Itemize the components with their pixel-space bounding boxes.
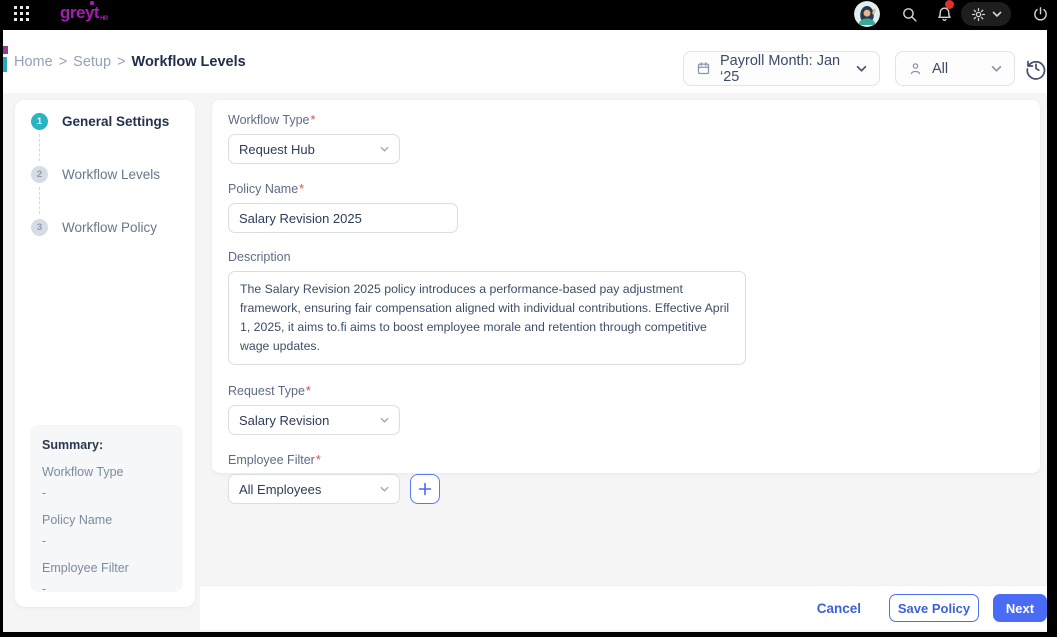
step-general-settings[interactable]: 1 General Settings xyxy=(31,113,169,130)
general-settings-form: Workflow Type* Request Hub Policy Name* … xyxy=(212,100,1040,505)
chevron-down-icon xyxy=(380,146,389,152)
breadcrumb-current: Workflow Levels xyxy=(131,54,246,70)
required-asterisk: * xyxy=(305,384,311,399)
chevron-down-icon xyxy=(380,417,389,423)
next-button[interactable]: Next xyxy=(993,594,1047,622)
logo-text: greyt xyxy=(60,3,100,22)
workflow-type-value: Request Hub xyxy=(239,141,315,157)
workflow-type-label: Workflow Type* xyxy=(228,113,316,127)
logo-accent-dot xyxy=(90,1,94,5)
employee-filter-value: All Employees xyxy=(239,481,322,497)
workflow-type-select[interactable]: Request Hub xyxy=(228,134,400,164)
step-connector xyxy=(39,134,40,161)
summary-label: Policy Name xyxy=(42,513,113,527)
breadcrumb-separator: > xyxy=(58,54,68,70)
notification-badge xyxy=(945,0,954,9)
summary-value: - xyxy=(42,582,47,596)
chevron-down-icon xyxy=(991,65,1002,72)
step-number: 1 xyxy=(31,113,48,130)
summary-panel: Summary: Workflow Type - Policy Name - E… xyxy=(30,425,183,596)
edge-widget-teal xyxy=(3,57,7,72)
user-avatar[interactable] xyxy=(854,1,880,27)
summary-value: - xyxy=(42,534,47,548)
employee-filter-select[interactable]: All Employees xyxy=(228,474,400,505)
person-icon xyxy=(908,61,923,76)
request-type-label: Request Type* xyxy=(228,384,311,399)
breadcrumb: Home > Setup > Workflow Levels xyxy=(14,54,246,70)
scope-selector[interactable]: All xyxy=(895,51,1015,86)
bell-icon[interactable] xyxy=(934,0,954,24)
logo-sub-text: HR xyxy=(100,16,108,22)
gear-icon xyxy=(971,7,986,22)
required-asterisk: * xyxy=(310,113,316,127)
edge-widget-purple xyxy=(3,46,8,54)
plus-icon xyxy=(418,482,432,496)
settings-menu[interactable] xyxy=(961,2,1011,26)
employee-filter-label: Employee Filter* xyxy=(228,453,321,468)
chevron-down-icon xyxy=(856,65,867,72)
wizard-sidebar: 1 General Settings 2 Workflow Levels 3 W… xyxy=(15,100,195,607)
save-policy-button[interactable]: Save Policy xyxy=(889,594,979,622)
history-icon[interactable] xyxy=(1024,56,1048,80)
scope-value: All xyxy=(932,60,949,77)
chevron-down-icon xyxy=(991,11,1002,17)
cancel-button[interactable]: Cancel xyxy=(817,601,861,616)
policy-name-input[interactable] xyxy=(228,203,458,233)
summary-label: Employee Filter xyxy=(42,561,129,575)
step-label: Workflow Policy xyxy=(62,220,158,235)
step-label: Workflow Levels xyxy=(62,167,161,182)
request-type-select[interactable]: Salary Revision xyxy=(228,405,400,436)
request-type-value: Salary Revision xyxy=(239,412,330,428)
calendar-icon xyxy=(696,61,711,76)
summary-value: - xyxy=(42,486,47,500)
form-action-bar: Cancel Save Policy Next xyxy=(200,585,1047,630)
topbar: greytHR xyxy=(3,0,1047,30)
breadcrumb-separator: > xyxy=(117,54,126,70)
greythr-logo[interactable]: greytHR xyxy=(60,1,108,23)
required-asterisk: * xyxy=(299,182,305,196)
content-area: 1 General Settings 2 Workflow Levels 3 W… xyxy=(3,93,1047,632)
add-employee-filter-button[interactable] xyxy=(410,474,440,505)
search-icon[interactable] xyxy=(899,4,919,24)
power-icon[interactable] xyxy=(1030,4,1050,24)
summary-label: Workflow Type xyxy=(42,465,124,479)
step-number: 3 xyxy=(31,219,48,236)
breadcrumb-bar: Home > Setup > Workflow Levels Payroll M… xyxy=(3,30,1047,93)
breadcrumb-home[interactable]: Home xyxy=(14,54,53,70)
step-connector xyxy=(39,187,40,214)
chevron-down-icon xyxy=(380,486,389,492)
description-textarea[interactable]: The Salary Revision 2025 policy introduc… xyxy=(228,271,746,366)
payroll-month-label: Payroll Month: Jan ‘25 xyxy=(720,52,841,85)
step-label: General Settings xyxy=(62,114,170,129)
step-workflow-policy[interactable]: 3 Workflow Policy xyxy=(31,219,157,236)
description-label: Description xyxy=(228,250,291,264)
step-workflow-levels[interactable]: 2 Workflow Levels xyxy=(31,166,160,183)
step-number: 2 xyxy=(31,166,48,183)
required-asterisk: * xyxy=(315,453,321,468)
summary-title: Summary: xyxy=(42,438,104,452)
app-grid-menu-icon[interactable] xyxy=(14,6,29,26)
payroll-month-selector[interactable]: Payroll Month: Jan ‘25 xyxy=(683,51,880,86)
policy-name-label: Policy Name* xyxy=(228,182,305,196)
breadcrumb-setup[interactable]: Setup xyxy=(73,54,111,70)
